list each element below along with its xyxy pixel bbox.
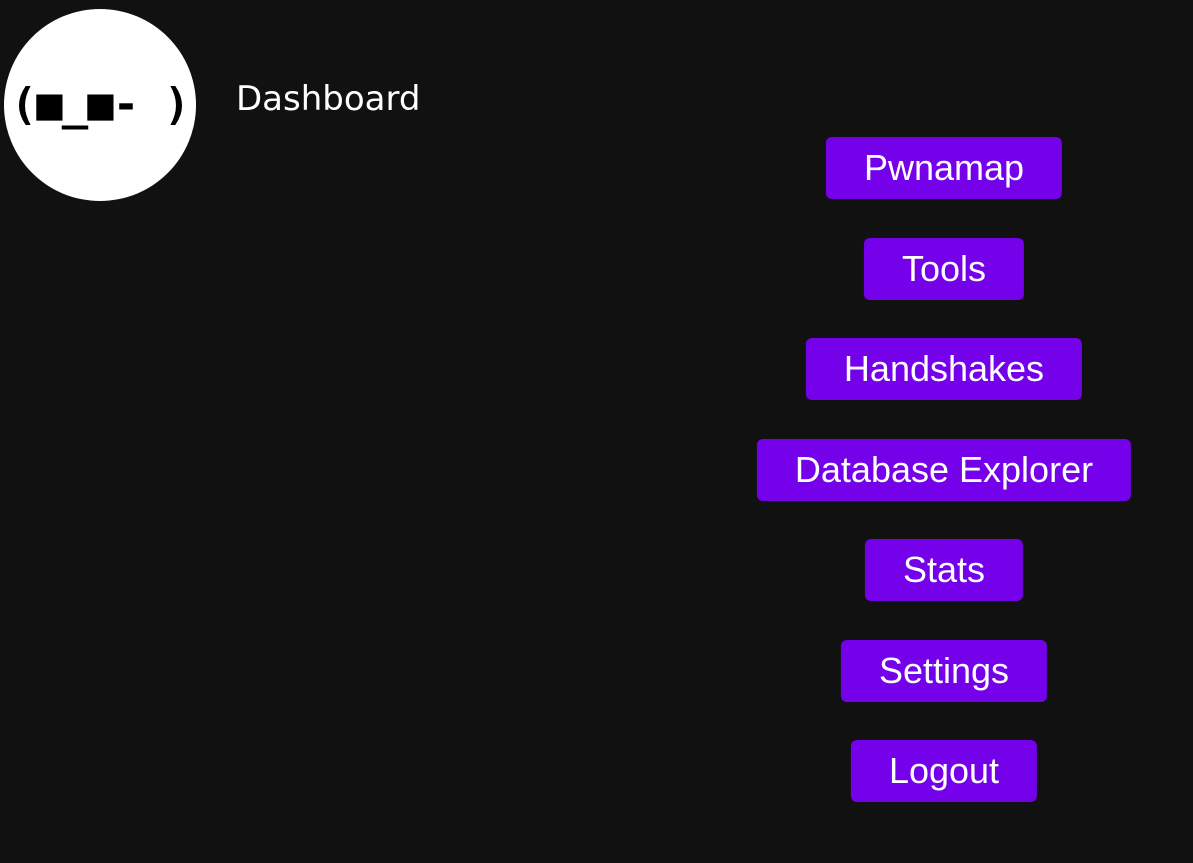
avatar: (■_■- )	[4, 9, 196, 201]
logout-button[interactable]: Logout	[850, 740, 1038, 802]
handshakes-button[interactable]: Handshakes	[805, 338, 1083, 400]
database-explorer-button[interactable]: Database Explorer	[756, 438, 1132, 501]
main-nav: Pwnamap Tools Handshakes Database Explor…	[756, 137, 1132, 802]
tools-button[interactable]: Tools	[863, 237, 1025, 300]
avatar-face: (■_■- )	[10, 79, 190, 130]
stats-button[interactable]: Stats	[864, 539, 1024, 601]
page-title: Dashboard	[236, 79, 421, 119]
settings-button[interactable]: Settings	[840, 639, 1048, 702]
pwnamap-button[interactable]: Pwnamap	[825, 137, 1063, 199]
header: (■_■- ) Dashboard	[4, 9, 420, 201]
